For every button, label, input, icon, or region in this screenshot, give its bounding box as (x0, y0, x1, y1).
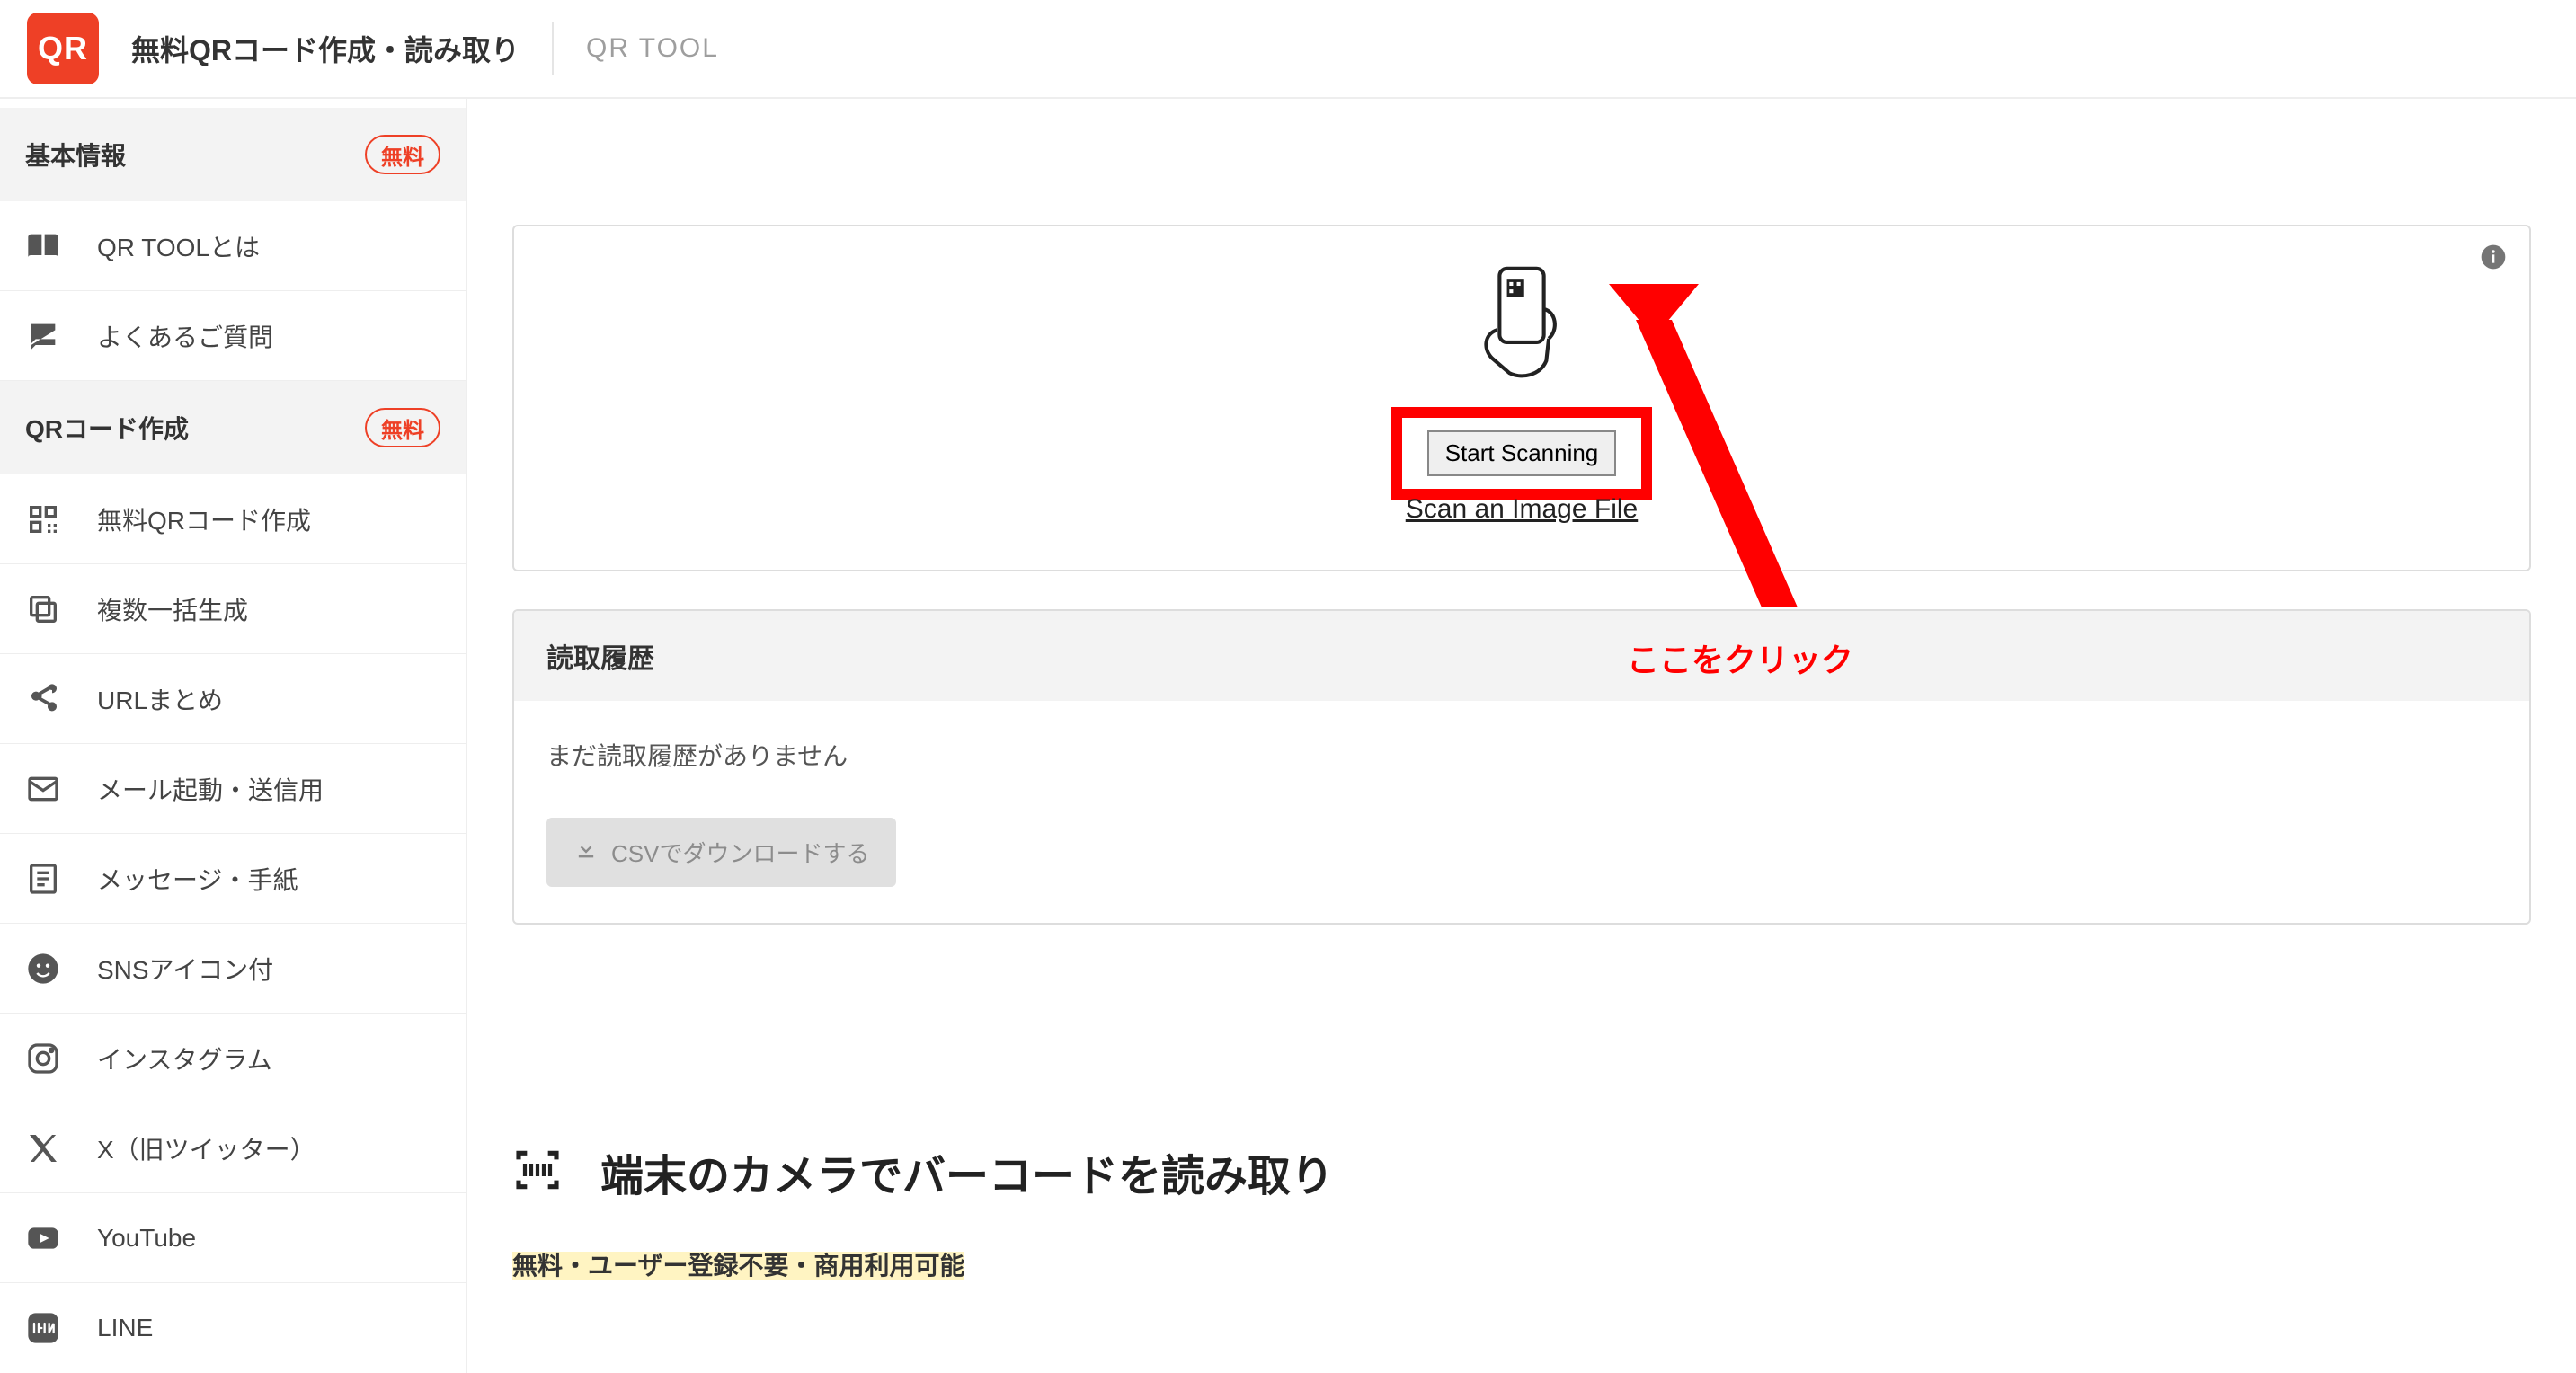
csv-download-button[interactable]: CSVでダウンロードする (546, 818, 896, 887)
section-subtext: 無料・ユーザー登録不要・商用利用可能 (512, 1246, 2531, 1282)
sidebar-item-youtube[interactable]: YouTube (0, 1193, 466, 1283)
main-content: Start Scanning Scan an Image File ここをクリッ… (467, 99, 2576, 1373)
app-header: QR 無料QRコード作成・読み取り QR TOOL (0, 0, 2576, 99)
sidebar-item-instagram[interactable]: インスタグラム (0, 1014, 466, 1103)
history-empty-text: まだ読取履歴がありません (514, 701, 2529, 791)
sidebar-section-title: 基本情報 (25, 137, 126, 173)
sidebar-item-faq[interactable]: よくあるご質問 (0, 291, 466, 381)
line-icon (25, 1310, 61, 1346)
sidebar-section-basic: 基本情報 無料 (0, 108, 466, 201)
section-heading-text: 端末のカメラでバーコードを読み取り (600, 1140, 1334, 1203)
scanner-card: Start Scanning Scan an Image File (512, 225, 2531, 571)
sidebar: 基本情報 無料 QR TOOLとは よくあるご質問 QRコード作成 無料 無料Q… (0, 99, 467, 1373)
smile-icon (25, 951, 61, 987)
section-highlight: 無料・ユーザー登録不要・商用利用可能 (512, 1252, 964, 1280)
sidebar-item-mail[interactable]: メール起動・送信用 (0, 744, 466, 834)
annotation-text: ここをクリック (1627, 634, 1853, 681)
sidebar-item-label: X（旧ツイッター） (97, 1130, 315, 1166)
x-icon (25, 1130, 61, 1166)
sidebar-section-create: QRコード作成 無料 (0, 381, 466, 474)
sidebar-item-line[interactable]: LINE (0, 1283, 466, 1373)
mail-icon (25, 771, 61, 807)
sidebar-item-label: YouTube (97, 1224, 196, 1253)
sidebar-item-create[interactable]: 無料QRコード作成 (0, 474, 466, 564)
sidebar-item-label: 複数一括生成 (97, 591, 248, 627)
sidebar-item-label: LINE (97, 1314, 153, 1342)
qr-icon (25, 501, 61, 537)
sidebar-item-bulk[interactable]: 複数一括生成 (0, 564, 466, 654)
section-heading: 端末のカメラでバーコードを読み取り (512, 1140, 2531, 1203)
barcode-scan-icon (512, 1145, 563, 1200)
page-title: QR TOOL (586, 33, 719, 64)
phone-scan-icon (1472, 262, 1571, 384)
sidebar-item-label: URLまとめ (97, 681, 223, 717)
chat-icon (25, 318, 61, 354)
sidebar-item-url[interactable]: URLまとめ (0, 654, 466, 744)
csv-download-label: CSVでダウンロードする (611, 836, 869, 869)
sidebar-item-about[interactable]: QR TOOLとは (0, 201, 466, 291)
start-scan-highlight: Start Scanning (1391, 407, 1653, 500)
sidebar-item-label: QR TOOLとは (97, 228, 260, 264)
sidebar-item-label: インスタグラム (97, 1041, 272, 1076)
info-icon[interactable] (2479, 243, 2508, 276)
sidebar-item-label: よくあるご質問 (97, 318, 273, 354)
site-title[interactable]: 無料QRコード作成・読み取り (131, 28, 520, 69)
free-badge: 無料 (365, 135, 440, 174)
sidebar-item-label: SNSアイコン付 (97, 951, 273, 987)
header-divider (552, 22, 554, 75)
sidebar-section-title: QRコード作成 (25, 410, 189, 446)
instagram-icon (25, 1041, 61, 1076)
share-icon (25, 681, 61, 717)
sidebar-item-sns[interactable]: SNSアイコン付 (0, 924, 466, 1014)
history-card: 読取履歴 まだ読取履歴がありません CSVでダウンロードする (512, 609, 2531, 925)
sidebar-item-x[interactable]: X（旧ツイッター） (0, 1103, 466, 1193)
logo[interactable]: QR (27, 13, 99, 84)
sidebar-item-label: メッセージ・手紙 (97, 861, 298, 897)
copy-icon (25, 591, 61, 627)
free-badge: 無料 (365, 408, 440, 447)
book-icon (25, 228, 61, 264)
history-header: 読取履歴 (514, 611, 2529, 701)
download-icon (573, 837, 599, 868)
logo-text: QR (38, 30, 88, 67)
scan-file-link[interactable]: Scan an Image File (1406, 494, 1638, 525)
note-icon (25, 861, 61, 897)
sidebar-item-message[interactable]: メッセージ・手紙 (0, 834, 466, 924)
youtube-icon (25, 1220, 61, 1256)
start-scan-button[interactable]: Start Scanning (1427, 430, 1617, 476)
sidebar-item-label: メール起動・送信用 (97, 771, 324, 807)
sidebar-item-label: 無料QRコード作成 (97, 501, 311, 537)
